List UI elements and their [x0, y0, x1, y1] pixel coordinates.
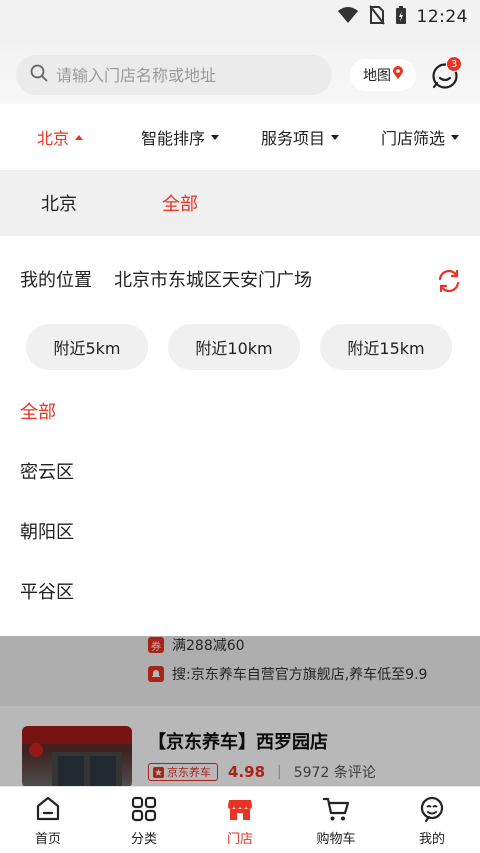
map-button[interactable]: 地图 [350, 59, 416, 91]
my-location-address: 北京市东城区天安门广场 [114, 270, 312, 291]
search-box[interactable] [16, 55, 332, 95]
profile-icon [420, 796, 444, 822]
search-icon [30, 64, 56, 86]
distance-chips: 附近5km 附近10km 附近15km [26, 324, 452, 370]
nav-profile-label: 我的 [418, 831, 445, 847]
store-icon [228, 799, 252, 820]
nav-profile[interactable]: 我的 [384, 787, 480, 853]
caret-down-icon [331, 134, 339, 140]
district-pinggu[interactable]: 平谷区 [20, 561, 74, 621]
status-bar: 12:24 [0, 0, 480, 34]
nav-category[interactable]: 分类 [96, 787, 192, 853]
my-location-label: 我的位置 [20, 270, 92, 291]
dim-overlay[interactable] [0, 636, 480, 786]
location-dropdown-panel: 我的位置 北京市东城区天安门广场 附近5km 附近10km 附近15km 全部 … [0, 236, 480, 636]
filter-service[interactable]: 服务项目 [240, 125, 360, 149]
filter-city-label: 北京 [36, 129, 69, 148]
nav-cart-label: 购物车 [316, 831, 356, 847]
region-all[interactable]: 全部 [162, 190, 198, 216]
battery-charging-icon [395, 5, 407, 29]
distance-chip-10km[interactable]: 附近10km [168, 324, 300, 370]
district-chaoyang[interactable]: 朝阳区 [20, 501, 74, 561]
filter-bar: 北京 智能排序 服务项目 门店筛选 [0, 104, 480, 170]
distance-chip-15km[interactable]: 附近15km [320, 324, 452, 370]
wifi-icon [337, 6, 359, 28]
filter-store[interactable]: 门店筛选 [360, 125, 480, 149]
home-icon [36, 796, 60, 820]
filter-city[interactable]: 北京 [0, 125, 120, 149]
caret-down-icon [211, 134, 219, 140]
refresh-location-icon[interactable] [436, 268, 462, 298]
map-button-label: 地图 [363, 68, 391, 84]
nav-home-label: 首页 [34, 831, 61, 847]
distance-chip-5km[interactable]: 附近5km [26, 324, 148, 370]
nav-home[interactable]: 首页 [0, 787, 96, 853]
bottom-nav: 首页 分类 门店 购物车 我的 [0, 786, 480, 853]
category-icon [131, 796, 157, 821]
filter-store-label: 门店筛选 [380, 129, 445, 148]
filter-sort-label: 智能排序 [140, 129, 205, 148]
nav-cart[interactable]: 购物车 [288, 787, 384, 853]
nav-store-label: 门店 [226, 831, 253, 847]
nav-category-label: 分类 [130, 831, 157, 847]
cart-icon [322, 797, 350, 820]
district-miyun[interactable]: 密云区 [20, 441, 74, 501]
filter-sort[interactable]: 智能排序 [120, 125, 240, 149]
region-city[interactable]: 北京 [0, 170, 118, 236]
my-location-row: 我的位置 北京市东城区天安门广场 [20, 266, 312, 292]
app-screen: 12:24 地图 3 北京 智能排序 服务项目 [0, 0, 480, 853]
district-all[interactable]: 全部 [20, 381, 74, 441]
nav-store[interactable]: 门店 [192, 787, 288, 853]
caret-up-icon [75, 134, 83, 140]
region-tabs: 北京 全部 [0, 170, 480, 236]
district-list: 全部 密云区 朝阳区 平谷区 [20, 381, 74, 621]
search-header: 地图 3 [0, 34, 480, 104]
status-time: 12:24 [416, 7, 468, 27]
location-pin-icon [393, 66, 403, 84]
filter-service-label: 服务项目 [260, 129, 325, 148]
message-badge: 3 [446, 56, 462, 72]
search-input[interactable] [56, 65, 306, 85]
caret-down-icon [451, 134, 459, 140]
no-sim-icon [368, 5, 385, 29]
